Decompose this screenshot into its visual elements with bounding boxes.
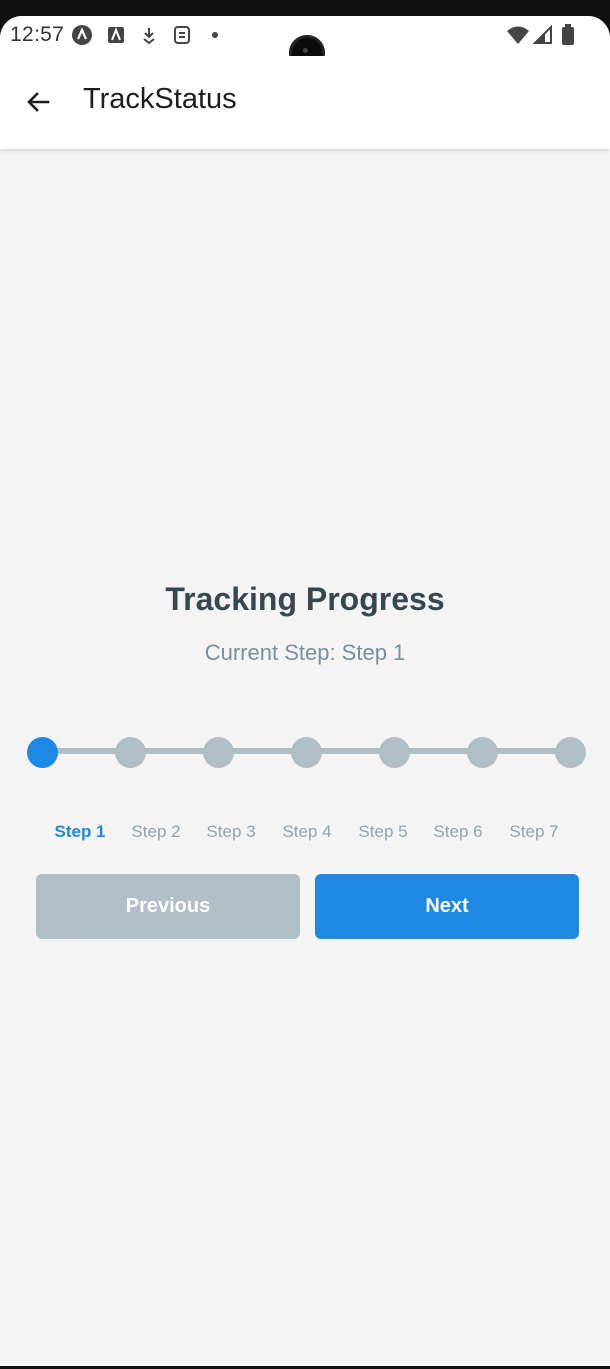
step-label-4[interactable]: Step 4 [267, 822, 347, 842]
wifi-icon [506, 24, 530, 46]
app-a-icon [71, 24, 93, 46]
arrow-back-icon [27, 92, 50, 112]
screen: 12:57 TrackStatus Tracking Progress Curr… [0, 16, 610, 1366]
previous-button[interactable]: Previous [36, 874, 300, 939]
more-dot-icon [204, 24, 226, 46]
page-title: Tracking Progress [165, 581, 445, 617]
battery-icon [557, 24, 579, 46]
step-dot-4[interactable] [291, 737, 322, 768]
step-label-2[interactable]: Step 2 [116, 822, 196, 842]
app-bar: TrackStatus [0, 56, 610, 149]
step-label-7[interactable]: Step 7 [494, 822, 574, 842]
step-label-5[interactable]: Step 5 [343, 822, 423, 842]
shield-app-icon [171, 24, 193, 46]
current-step-text: Current Step: Step 1 [204, 640, 406, 665]
step-dot-3[interactable] [203, 737, 234, 768]
download-icon [138, 24, 160, 46]
next-button[interactable]: Next [315, 874, 579, 939]
step-label-6[interactable]: Step 6 [418, 822, 498, 842]
status-time: 12:57 [10, 23, 65, 46]
step-label-1[interactable]: Step 1 [40, 822, 120, 842]
accessibility-icon [105, 24, 127, 46]
step-dot-7[interactable] [555, 737, 586, 768]
step-dot-2[interactable] [115, 737, 146, 768]
step-dot-1[interactable] [27, 737, 58, 768]
step-dot-6[interactable] [467, 737, 498, 768]
device-frame: 12:57 TrackStatus Tracking Progress Curr… [0, 0, 610, 1369]
app-title: TrackStatus [83, 83, 237, 115]
step-label-3[interactable]: Step 3 [191, 822, 271, 842]
cellular-signal-icon [532, 24, 554, 46]
back-button[interactable] [16, 80, 60, 124]
step-dot-5[interactable] [379, 737, 410, 768]
